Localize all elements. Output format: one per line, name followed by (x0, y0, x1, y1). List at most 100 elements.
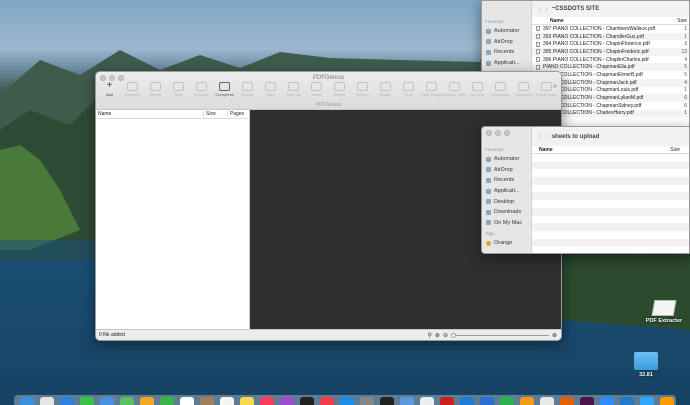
sidebar-item-recents[interactable]: Recents (482, 47, 531, 58)
tv-icon[interactable] (300, 397, 314, 405)
file-size: 4 (684, 56, 687, 63)
zoom-fit-icon[interactable]: ⊕ (435, 332, 440, 339)
finder-list-header: Name Size (532, 146, 689, 154)
textedit-icon[interactable] (420, 397, 434, 405)
toolbar-save-button[interactable]: Save (261, 82, 280, 100)
facetime-icon[interactable] (160, 397, 174, 405)
column-header-size[interactable]: Size (204, 111, 228, 117)
sidebar-item-automator[interactable]: Automator (482, 154, 531, 165)
sidebar-item-on-my-mac[interactable]: On My Mac (482, 218, 531, 229)
chrome-icon[interactable] (540, 397, 554, 405)
sidebar-item-airdrop[interactable]: AirDrop (482, 165, 531, 176)
finder-icon[interactable] (20, 397, 34, 405)
column-header-size[interactable]: Size (677, 18, 689, 24)
news-icon[interactable] (320, 397, 334, 405)
toolbar-delete-button[interactable]: Delete (330, 82, 349, 100)
toolbar-metadata-button[interactable]: Metadata (491, 82, 510, 100)
column-header-size[interactable]: Size (670, 147, 689, 153)
sidebar-item-automator[interactable]: Automator (482, 26, 531, 37)
back-icon[interactable]: ‹ (539, 6, 541, 13)
file-row[interactable]: 393 PIANO COLLECTION - ChandlerGus.pdf 1 (532, 32, 689, 41)
file-row[interactable]: 396 PIANO COLLECTION - ChaplinCharles.pd… (532, 56, 689, 64)
desktop-icon-folder[interactable]: 32.81 (628, 352, 664, 378)
safari-icon[interactable] (60, 397, 74, 405)
numbers-icon[interactable] (500, 397, 514, 405)
toolbar-save-as-button[interactable]: Save As (284, 82, 303, 100)
keynote-icon[interactable] (480, 397, 494, 405)
toolbar-split-button[interactable]: Split (169, 82, 188, 100)
pages-icon[interactable] (520, 397, 534, 405)
toolbar-page-range-button[interactable]: Page Range (420, 82, 443, 100)
settings-icon[interactable] (360, 397, 374, 405)
sidebar-item-applicati[interactable]: Applicati... (482, 186, 531, 197)
column-header-name[interactable]: Name (96, 111, 204, 117)
forward-icon[interactable]: › (545, 6, 547, 13)
sidebar-item-recents[interactable]: Recents (482, 175, 531, 186)
toolbar-rotate-button[interactable]: Rotate (376, 82, 395, 100)
appstore-icon[interactable] (340, 397, 354, 405)
reminders-icon[interactable] (220, 397, 234, 405)
contacts-icon[interactable] (200, 397, 214, 405)
terminal-icon[interactable] (380, 397, 394, 405)
zoom-controls: ⚲ ⊕ ⊖ ⊕ (428, 332, 557, 339)
remove-icon (127, 82, 138, 91)
column-header-name[interactable]: Name (532, 147, 553, 153)
zoom-slider-knob[interactable] (450, 333, 456, 338)
zoom-in-icon[interactable]: ⊕ (552, 332, 557, 339)
toolbar-transform-button[interactable]: Transform (514, 82, 533, 100)
zoom-slider[interactable] (450, 333, 549, 338)
toolbar-security-button[interactable]: Security (468, 82, 487, 100)
zoom-out-icon[interactable]: ⊖ (443, 332, 448, 339)
firefox-icon[interactable] (560, 397, 574, 405)
toolbar-insert-button[interactable]: Insert (307, 82, 326, 100)
column-header-name[interactable]: Name (532, 18, 564, 24)
file-row[interactable]: PIANO COLLECTION - ChapmanElla.pdf 5 (532, 63, 689, 72)
messages-icon[interactable] (80, 397, 94, 405)
forward-icon[interactable]: › (545, 133, 547, 140)
calendar-icon[interactable] (180, 397, 194, 405)
toolbar-crop-button[interactable]: Crop (399, 82, 418, 100)
sidebar-item-desktop[interactable]: Desktop (482, 196, 531, 207)
podcasts-icon[interactable] (280, 397, 294, 405)
toolbar-overflow-icon[interactable]: » (553, 83, 557, 90)
toolbar-convert-button[interactable]: Convert (192, 82, 211, 100)
zoom-button[interactable] (504, 130, 510, 136)
sidebar-item-airdrop[interactable]: AirDrop (482, 37, 531, 48)
slack-icon[interactable] (580, 397, 594, 405)
zoom-icon[interactable] (600, 397, 614, 405)
sidebar-item-downloads[interactable]: Downloads (482, 207, 531, 218)
sidebar-item-applications[interactable]: Applicati... (482, 58, 531, 69)
search-icon[interactable]: ⚲ (428, 332, 432, 339)
close-button[interactable] (486, 130, 492, 136)
maps-icon[interactable] (120, 397, 134, 405)
toolbar-compress-button[interactable]: Compress (215, 82, 234, 100)
preview-icon[interactable] (400, 397, 414, 405)
minimize-button[interactable] (495, 130, 501, 136)
file-row[interactable]: 395 PIANO COLLECTION - ChapinFrederic.pd… (532, 48, 689, 56)
music-icon[interactable] (260, 397, 274, 405)
launchpad-icon[interactable] (40, 397, 54, 405)
toolbar-extract-button[interactable]: Extract (353, 82, 372, 100)
column-header-pages[interactable]: Pages (228, 111, 244, 117)
pdf-app-icon[interactable] (440, 397, 454, 405)
vscode-icon[interactable] (620, 397, 634, 405)
back-icon[interactable]: ‹ (539, 133, 541, 140)
desktop-icon-label: 32.81 (639, 372, 653, 378)
desktop-icon-pdf-extracter[interactable]: PDF Extracter (640, 300, 688, 324)
toolbar-add-button[interactable]: + Add (100, 81, 119, 100)
notes-icon[interactable] (240, 397, 254, 405)
file-row[interactable]: 394 PIANO COLLECTION - ChapinFlorence.pd… (532, 40, 689, 48)
toolbar-remove-button[interactable]: Remove (123, 82, 142, 100)
toolbar-remove-links-button[interactable]: Remove Links (442, 82, 467, 100)
mail-icon[interactable] (100, 397, 114, 405)
photos-icon[interactable] (140, 397, 154, 405)
toolbar-merge-button[interactable]: Merge (146, 82, 165, 100)
remove-links-icon (449, 82, 460, 91)
photoshop-icon[interactable] (640, 397, 654, 405)
xcode-icon[interactable] (460, 397, 474, 405)
illustrator-icon[interactable] (660, 397, 674, 405)
toolbar-outline-button[interactable]: Outline (238, 82, 257, 100)
file-size: 5 (684, 64, 687, 71)
sidebar-tag-orange[interactable]: Orange (482, 238, 531, 249)
file-row[interactable]: 397 PIANO COLLECTION - ChambersWallace.p… (532, 25, 689, 33)
